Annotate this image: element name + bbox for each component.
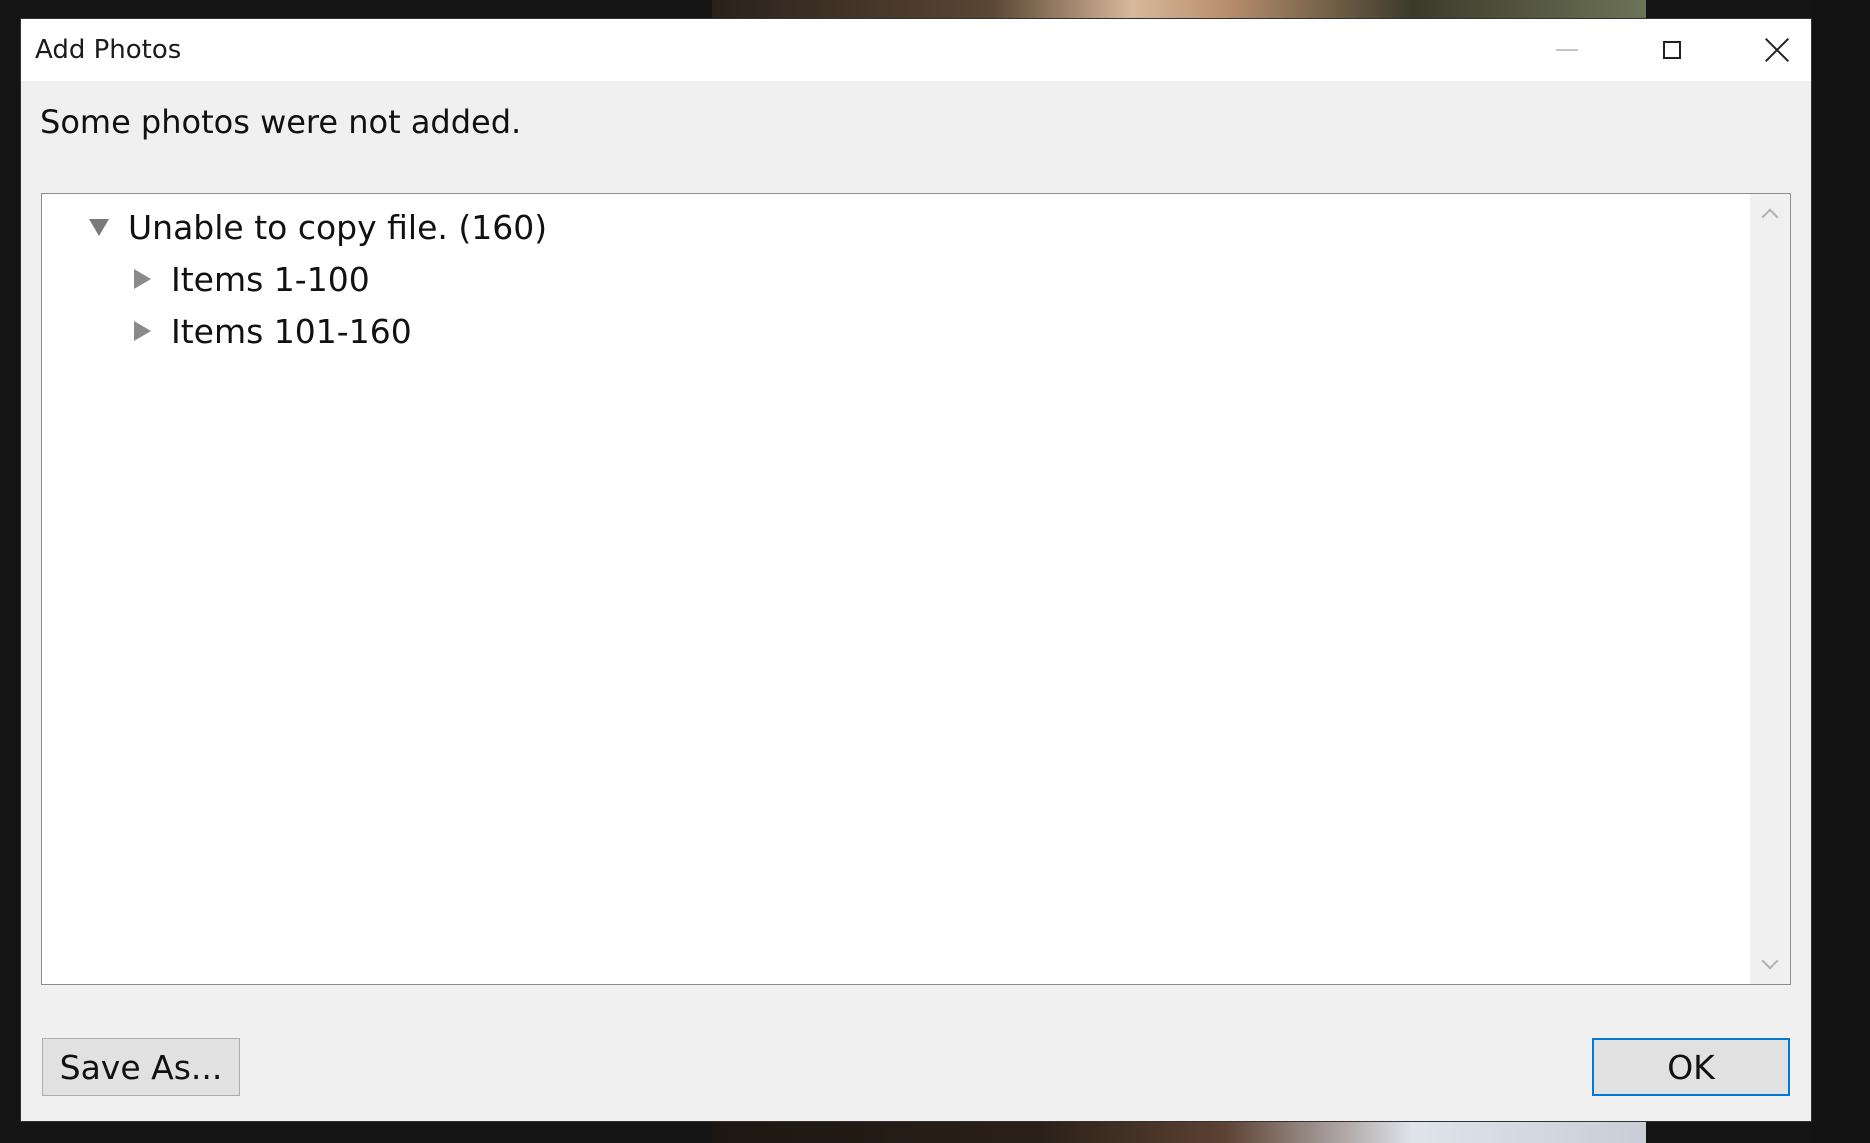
tree-item-label: Items 1-100 bbox=[171, 259, 370, 299]
close-button[interactable] bbox=[1725, 19, 1829, 81]
add-photos-dialog: Add Photos Some photos were not added. U… bbox=[21, 19, 1811, 1121]
scroll-up-button[interactable] bbox=[1750, 194, 1790, 234]
minimize-button[interactable] bbox=[1515, 19, 1619, 81]
triangle-right-icon[interactable] bbox=[127, 321, 157, 341]
background-photo-top bbox=[712, 0, 1646, 20]
maximize-button[interactable] bbox=[1620, 19, 1724, 81]
tree-item-label: Unable to copy file. (160) bbox=[128, 207, 548, 247]
triangle-down-icon[interactable] bbox=[84, 218, 114, 236]
tree-item-items-1-100[interactable]: Items 1-100 bbox=[127, 255, 370, 303]
triangle-right-icon[interactable] bbox=[127, 269, 157, 289]
tree-item-items-101-160[interactable]: Items 101-160 bbox=[127, 307, 412, 355]
minimize-icon bbox=[1556, 49, 1578, 51]
scroll-down-button[interactable] bbox=[1750, 944, 1790, 984]
title-bar[interactable]: Add Photos bbox=[21, 19, 1811, 81]
error-tree-view[interactable]: Unable to copy file. (160) Items 1-100 I… bbox=[41, 193, 1791, 985]
tree-item-root[interactable]: Unable to copy file. (160) bbox=[84, 203, 547, 251]
dialog-message: Some photos were not added. bbox=[40, 103, 522, 141]
window-title: Add Photos bbox=[35, 35, 182, 65]
save-as-button[interactable]: Save As... bbox=[42, 1038, 240, 1096]
close-icon bbox=[1765, 38, 1789, 62]
tree-item-label: Items 101-160 bbox=[171, 311, 412, 351]
background-photo-bottom bbox=[712, 1120, 1646, 1143]
vertical-scrollbar[interactable] bbox=[1750, 194, 1790, 984]
chevron-down-icon bbox=[1761, 952, 1779, 970]
ok-button[interactable]: OK bbox=[1592, 1038, 1790, 1096]
background-right-strip bbox=[1812, 0, 1870, 1143]
maximize-icon bbox=[1663, 41, 1681, 59]
chevron-up-icon bbox=[1761, 208, 1779, 226]
